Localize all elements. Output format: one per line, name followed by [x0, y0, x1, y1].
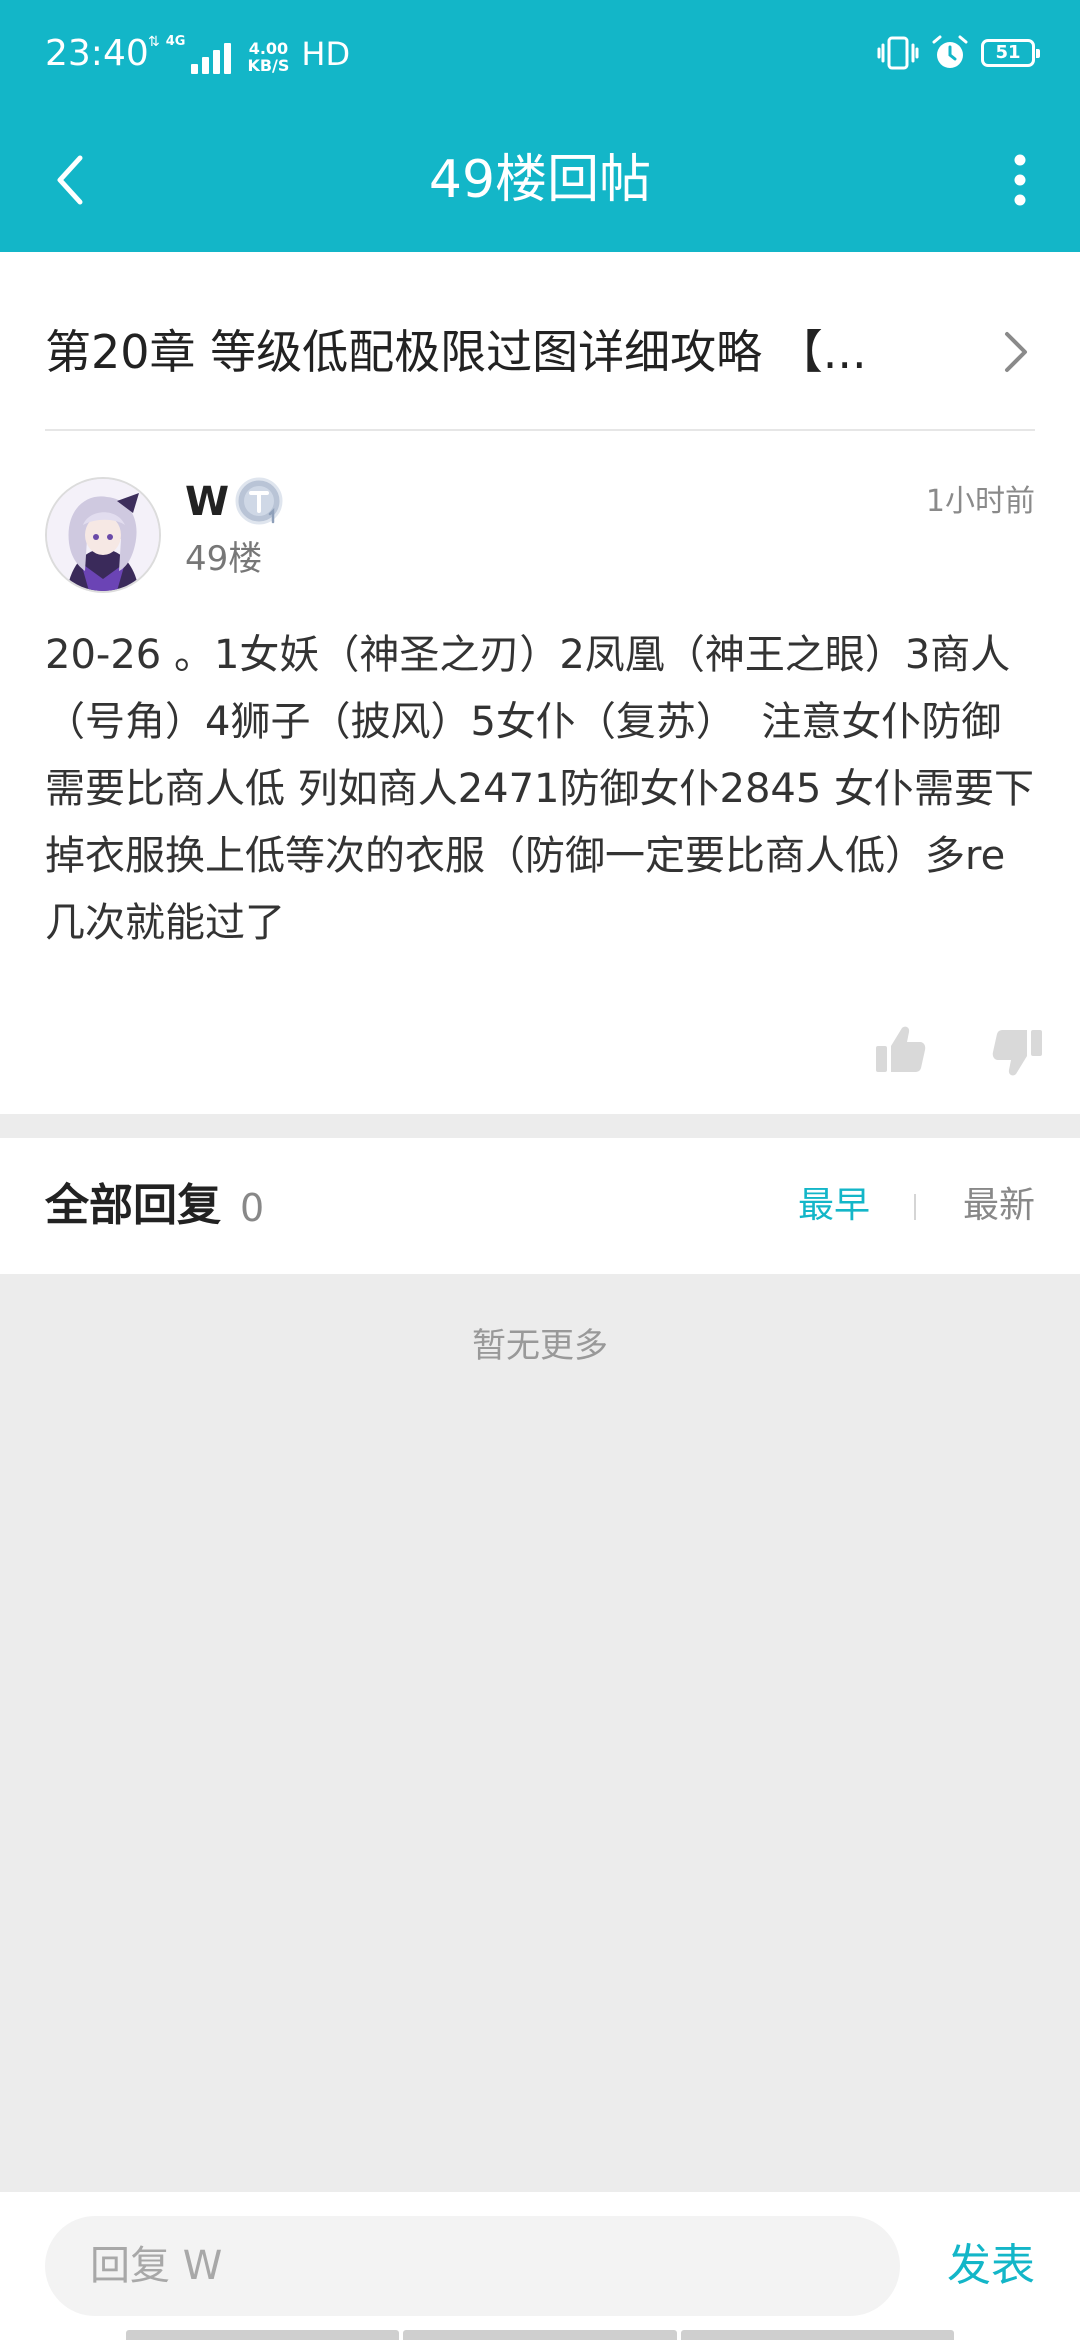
net-speed: 4.00 KB/S	[247, 40, 289, 74]
post-content: 20-26 。1女妖（神圣之刃）2凤凰（神王之眼）3商人（号角）4狮子（披风）5…	[45, 632, 1035, 946]
page-title: 49楼回帖	[428, 150, 652, 210]
reply-input[interactable]	[45, 2216, 900, 2316]
network-indicator: ⇅ 4G 4.00 KB/S HD	[148, 32, 350, 74]
thread-link[interactable]: 第20章 等级低配极限过图详细攻略 【...	[45, 312, 1035, 392]
more-vertical-icon	[1014, 154, 1026, 206]
signal-icon	[191, 40, 232, 74]
thumbs-up-icon[interactable]	[872, 1022, 928, 1078]
reply-bar: 发表	[0, 2192, 1080, 2340]
post-card: 第20章 等级低配极限过图详细攻略 【... W 49楼 1小时前 20-26 …	[0, 252, 1080, 1114]
sort-latest-tab[interactable]: 最新	[963, 1178, 1035, 1234]
app-bar: 49楼回帖	[0, 108, 1080, 252]
replies-title: 全部回复	[45, 1180, 221, 1231]
avatar[interactable]	[45, 477, 161, 593]
username[interactable]: W	[185, 474, 229, 530]
network-type: 4G	[165, 34, 186, 49]
status-time: 23:40	[45, 33, 149, 74]
divider	[45, 429, 1035, 431]
data-activity-icon: ⇅	[148, 34, 160, 50]
rank-badge-icon	[235, 477, 283, 525]
battery-icon: 51	[981, 39, 1040, 67]
navigation-handle[interactable]	[126, 2330, 954, 2340]
replies-header: 全部回复 0 最早 最新	[0, 1138, 1080, 1274]
sort-earliest-tab[interactable]: 最早	[798, 1178, 870, 1234]
chevron-right-icon	[1005, 332, 1027, 372]
avatar-image	[47, 479, 159, 591]
more-options-button[interactable]	[980, 140, 1060, 220]
thumbs-down-icon[interactable]	[990, 1024, 1046, 1080]
alarm-icon	[932, 35, 968, 68]
empty-state-text: 暂无更多	[472, 1326, 608, 1366]
status-bar: 23:40 ⇅ 4G 4.00 KB/S HD 51	[0, 0, 1080, 108]
publish-button[interactable]: 发表	[947, 2236, 1035, 2296]
thread-title: 第20章 等级低配极限过图详细攻略 【...	[45, 325, 867, 379]
status-icons: 51	[877, 34, 1040, 72]
hd-indicator: HD	[301, 35, 351, 73]
vibrate-icon	[877, 36, 919, 70]
post-time: 1小时前	[925, 484, 1035, 519]
net-speed-unit: KB/S	[247, 56, 290, 75]
floor-number: 49楼	[185, 539, 263, 579]
replies-count: 0	[240, 1186, 265, 1230]
sort-divider	[914, 1194, 916, 1220]
